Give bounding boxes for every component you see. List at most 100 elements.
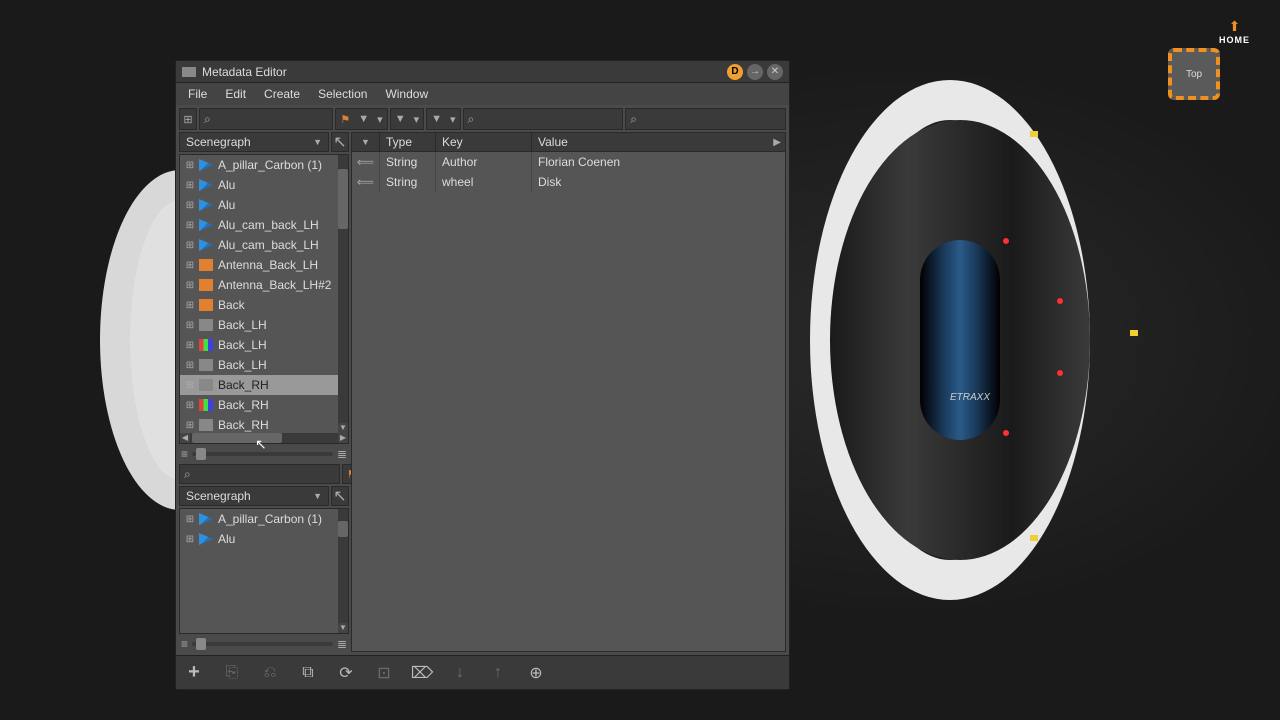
tree-item[interactable]: ⊞Antenna_Back_LH#2 [180, 275, 348, 295]
scroll-right-arrow[interactable]: ▶ [338, 433, 348, 443]
horizontal-scrollbar[interactable]: ◀ ▶ [180, 433, 348, 443]
zoom-slider-track[interactable] [192, 642, 333, 646]
filter-icon[interactable]: ▼ [391, 113, 410, 125]
close-button[interactable]: ✕ [767, 64, 783, 80]
orientation-cube-face: Top [1186, 69, 1202, 80]
scrollbar-thumb[interactable] [338, 521, 348, 537]
tree-item[interactable]: ⊞Back_LH [180, 315, 348, 335]
zoom-slider-thumb[interactable] [196, 638, 206, 650]
meta-search-value-input[interactable] [639, 113, 781, 125]
scenegraph-dropdown-bottom[interactable]: Scenegraph ▼ [179, 486, 329, 506]
add-button[interactable]: + [182, 661, 206, 684]
expand-icon[interactable]: ⊞ [184, 220, 196, 231]
menu-create[interactable]: Create [256, 85, 308, 103]
scrollbar-thumb[interactable] [192, 433, 282, 443]
tree-scroll-area-bottom[interactable]: ⊞A_pillar_Carbon (1)⊞Alu [180, 509, 348, 633]
orientation-cube[interactable]: Top [1168, 48, 1220, 100]
toolbar-btn-6[interactable]: ⊡ [372, 663, 396, 683]
tree-item[interactable]: ⊞Back_RH [180, 375, 348, 395]
scroll-down-arrow[interactable]: ▼ [338, 623, 348, 633]
scenegraph-dropdown-top[interactable]: Scenegraph ▼ [179, 132, 329, 152]
expand-icon[interactable]: ⊞ [184, 380, 196, 391]
metadata-row[interactable]: ⟸StringAuthorFlorian Coenen [352, 152, 785, 172]
filter-dropdown-icon[interactable]: ▾ [446, 113, 460, 126]
expand-icon[interactable]: ⊞ [184, 200, 196, 211]
meta-search-key[interactable]: ⌕ [463, 108, 624, 130]
expand-icon[interactable]: ⊞ [184, 260, 196, 271]
pick-in-scene-button[interactable]: ↖ [331, 486, 349, 506]
meta-header-caret[interactable]: ▼ [352, 133, 380, 151]
expand-icon[interactable]: ⊞ [184, 180, 196, 191]
tree-item[interactable]: ⊞Antenna_Back_LH [180, 255, 348, 275]
meta-search-key-input[interactable] [476, 113, 618, 125]
expand-icon[interactable]: ⊞ [184, 240, 196, 251]
filter-icon[interactable]: ▼ [354, 113, 373, 125]
minimize-button[interactable]: → [747, 64, 763, 80]
meta-header-type[interactable]: Type [380, 133, 436, 151]
expand-arrow-icon[interactable]: ▶ [773, 137, 781, 148]
tree-item[interactable]: ⊞Back_LH [180, 355, 348, 375]
tree-item[interactable]: ⊞A_pillar_Carbon (1) [180, 509, 348, 529]
vertical-scrollbar[interactable] [338, 155, 348, 443]
expand-icon[interactable]: ⊞ [184, 360, 196, 371]
toolbar-btn-3[interactable]: ⎌ [258, 664, 282, 682]
pick-in-scene-button[interactable]: ↖ [331, 132, 349, 152]
expand-icon[interactable]: ⊞ [184, 420, 196, 431]
tree-search-top[interactable]: ⌕ [199, 108, 333, 130]
expand-icon[interactable]: ⊞ [184, 534, 196, 545]
expand-icon[interactable]: ⊞ [184, 280, 196, 291]
tree-item[interactable]: ⊞Back [180, 295, 348, 315]
expand-icon[interactable]: ⊞ [184, 400, 196, 411]
zoom-slider-track[interactable] [192, 452, 333, 456]
tree-search-input-bottom[interactable] [193, 468, 335, 480]
menu-selection[interactable]: Selection [310, 85, 375, 103]
row-value[interactable]: Disk [532, 172, 785, 192]
expand-icon[interactable]: ⊞ [184, 300, 196, 311]
scroll-down-arrow[interactable]: ▼ [338, 423, 348, 433]
tree-item[interactable]: ⊞Alu [180, 195, 348, 215]
filter-dropdown-icon[interactable]: ▾ [373, 113, 387, 126]
tree-search-input-top[interactable] [213, 113, 355, 125]
toolbar-btn-9[interactable]: ↑ [486, 664, 510, 682]
scroll-left-arrow[interactable]: ◀ [180, 433, 190, 443]
zoom-slider-thumb[interactable] [196, 448, 206, 460]
tree-item[interactable]: ⊞Alu [180, 529, 348, 549]
tree-item[interactable]: ⊞Back_RH [180, 395, 348, 415]
filter-icon[interactable]: ▼ [427, 113, 446, 125]
menu-edit[interactable]: Edit [217, 85, 254, 103]
tree-mode-icon[interactable]: ⊞ [179, 108, 197, 130]
tree-item[interactable]: ⊞Alu_cam_back_LH [180, 235, 348, 255]
meta-header-value[interactable]: Value ▶ [532, 133, 785, 151]
expand-icon[interactable]: ⊞ [184, 514, 196, 525]
target-button[interactable]: ⊕ [524, 663, 548, 683]
tree-item[interactable]: ⊞A_pillar_Carbon (1) [180, 155, 348, 175]
tree-scroll-area-top[interactable]: ⊞A_pillar_Carbon (1)⊞Alu⊞Alu⊞Alu_cam_bac… [180, 155, 348, 433]
toolbar-btn-8[interactable]: ↓ [448, 664, 472, 682]
scrollbar-thumb[interactable] [338, 169, 348, 229]
remove-tag-button[interactable]: ⌦ [410, 663, 434, 683]
metadata-row[interactable]: ⟸StringwheelDisk [352, 172, 785, 192]
vertical-scrollbar[interactable] [338, 509, 348, 633]
tag-icon[interactable]: ⚑ [336, 110, 354, 128]
expand-icon[interactable]: ⊞ [184, 340, 196, 351]
expand-icon[interactable]: ⊞ [184, 160, 196, 171]
row-value[interactable]: Florian Coenen [532, 152, 785, 172]
toolbar-btn-2[interactable]: ⎘ [220, 664, 244, 682]
meta-header-key[interactable]: Key [436, 133, 532, 151]
refresh-button[interactable]: ⟳ [334, 663, 358, 683]
tree-item[interactable]: ⊞Alu_cam_back_LH [180, 215, 348, 235]
home-widget[interactable]: ⬆ HOME [1219, 18, 1250, 45]
tree-search-bottom[interactable]: ⌕ [179, 464, 340, 484]
filter-dropdown-icon[interactable]: ▾ [410, 113, 424, 126]
menu-file[interactable]: File [180, 85, 215, 103]
window-titlebar[interactable]: Metadata Editor D → ✕ [176, 61, 789, 83]
tree-item[interactable]: ⊞Alu [180, 175, 348, 195]
car-light-dot [1057, 298, 1063, 304]
tree-item[interactable]: ⊞Back_LH [180, 335, 348, 355]
meta-search-value[interactable]: ⌕ [625, 108, 786, 130]
d-badge-button[interactable]: D [727, 64, 743, 80]
menu-window[interactable]: Window [377, 85, 436, 103]
expand-icon[interactable]: ⊞ [184, 320, 196, 331]
copy-button[interactable]: ⧉ [296, 664, 320, 682]
tree-item[interactable]: ⊞Back_RH [180, 415, 348, 433]
